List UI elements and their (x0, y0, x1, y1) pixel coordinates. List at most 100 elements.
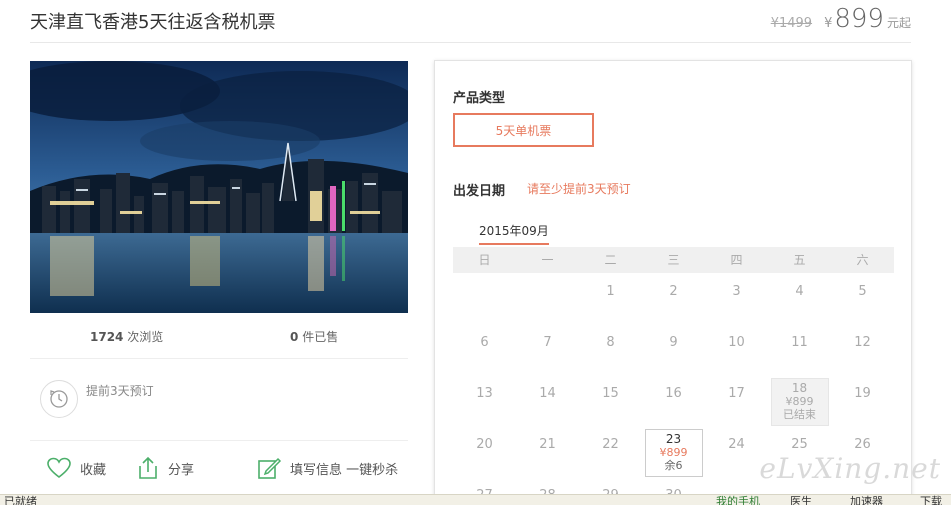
product-type-option[interactable]: 5天单机票 (453, 113, 594, 147)
day-number: 9 (669, 335, 678, 350)
day-number: 10 (728, 335, 745, 350)
day-number: 4 (795, 284, 804, 299)
day-number: 7 (543, 335, 552, 350)
calendar-month-tab[interactable]: 2015年09月 (479, 222, 549, 245)
weekday-tue: 二 (604, 253, 617, 267)
status-item-phone[interactable]: 我的手机 (716, 495, 760, 505)
calendar-day: 16 (642, 375, 705, 426)
day-number: 8 (606, 335, 615, 350)
calendar-day: 10 (705, 324, 768, 375)
calendar-day: 5 (831, 273, 894, 324)
day-number: 11 (791, 335, 808, 350)
calendar-week-row: 6 7 8 9 10 11 12 (453, 324, 894, 375)
calendar-day: 1 (579, 273, 642, 324)
day-number: 12 (854, 335, 871, 350)
product-type-label: 产品类型 (453, 91, 506, 106)
calendar-day: 17 (705, 375, 768, 426)
booking-notice: 请至少提前3天预订 (527, 182, 631, 196)
hong-kong-skyline-image (30, 61, 408, 313)
watermark: eLvXing.net (759, 452, 941, 485)
heart-icon (47, 457, 71, 479)
day-number: 23 (665, 432, 682, 446)
day-number: 1 (606, 284, 615, 299)
calendar-day (453, 273, 516, 324)
day-number: 15 (602, 386, 619, 401)
calendar-day: 20 (453, 426, 516, 477)
fill-info-label: 填写信息 一键秒杀 (290, 462, 399, 478)
clock-icon (40, 380, 78, 418)
day-number: 19 (854, 386, 871, 401)
day-number: 26 (854, 437, 871, 452)
weekday-wed: 三 (667, 253, 680, 267)
day-number: 5 (858, 284, 867, 299)
status-text: 已就绪 (4, 495, 37, 505)
day-number: 21 (539, 437, 556, 452)
current-price: 899 (834, 4, 884, 34)
product-image[interactable] (30, 61, 408, 313)
day-number: 18 (791, 381, 808, 395)
edit-icon (258, 457, 282, 479)
share-icon (139, 456, 157, 479)
booking-panel: 产品类型 5天单机票 出发日期 请至少提前3天预订 2015年09月 日 一 二… (434, 60, 912, 505)
day-status: 已结束 (783, 408, 816, 421)
calendar-day (516, 273, 579, 324)
day-number: 20 (476, 437, 493, 452)
day-number: 17 (728, 386, 745, 401)
calendar-day[interactable]: 23 ¥899 余6 (642, 426, 705, 477)
advance-divider (30, 440, 408, 441)
action-bar: 收藏 分享 填写信息 一键秒杀 (30, 456, 408, 486)
day-number: 13 (476, 386, 493, 401)
departure-date-label: 出发日期 (453, 184, 506, 199)
day-number: 22 (602, 437, 619, 452)
calendar-day: 3 (705, 273, 768, 324)
calendar-day: 8 (579, 324, 642, 375)
weekday-mon: 一 (541, 253, 554, 267)
price-box: ¥1499 ¥ 899 元起 (771, 4, 911, 34)
views-count: 1724 (90, 330, 124, 344)
day-number: 14 (539, 386, 556, 401)
day-number: 6 (480, 335, 489, 350)
day-price: ¥899 (659, 446, 688, 459)
header-divider (30, 42, 911, 43)
calendar-day: 12 (831, 324, 894, 375)
calendar-day: 7 (516, 324, 579, 375)
price-suffix: 元起 (886, 16, 911, 30)
original-price: ¥1499 (770, 16, 813, 31)
calendar-day: 11 (768, 324, 831, 375)
calendar-day: 15 (579, 375, 642, 426)
status-item-doctor[interactable]: 医生 (790, 495, 812, 505)
sold-stat: 0 件已售 (290, 328, 338, 345)
day-number: 2 (669, 284, 678, 299)
sold-label: 件已售 (302, 330, 339, 344)
favorite-button[interactable]: 收藏 (46, 456, 106, 480)
calendar-day: 4 (768, 273, 831, 324)
calendar-day: 21 (516, 426, 579, 477)
share-label: 分享 (168, 462, 195, 478)
calendar-week-row: 13 14 15 16 17 18 ¥899 已结束 19 (453, 375, 894, 426)
sold-count: 0 (290, 330, 299, 344)
weekday-sat: 六 (856, 253, 869, 267)
fill-info-button[interactable]: 填写信息 一键秒杀 (256, 456, 398, 480)
status-item-download[interactable]: 下载 (920, 495, 942, 505)
calendar-day: 14 (516, 375, 579, 426)
favorite-label: 收藏 (80, 462, 107, 478)
day-number: 24 (728, 437, 745, 452)
status-item-accelerator[interactable]: 加速器 (850, 495, 883, 505)
ended-date-cell: 18 ¥899 已结束 (770, 378, 829, 426)
day-price: ¥899 (785, 395, 814, 408)
day-number: 3 (732, 284, 741, 299)
advance-booking-text: 提前3天预订 (86, 384, 154, 398)
page-title: 天津直飞香港5天往返含税机票 (30, 12, 276, 33)
calendar-week-row: 1 2 3 4 5 (453, 273, 894, 324)
views-label: 次浏览 (127, 330, 164, 344)
calendar-day: 6 (453, 324, 516, 375)
calendar-day: 13 (453, 375, 516, 426)
calendar-day: 9 (642, 324, 705, 375)
day-number: 25 (791, 437, 808, 452)
available-date-cell[interactable]: 23 ¥899 余6 (644, 429, 703, 477)
share-button[interactable]: 分享 (136, 456, 194, 480)
calendar-day: 22 (579, 426, 642, 477)
weekday-fri: 五 (793, 253, 806, 267)
weekday-header: 日 一 二 三 四 五 六 (453, 247, 894, 273)
stats-divider (30, 358, 408, 359)
